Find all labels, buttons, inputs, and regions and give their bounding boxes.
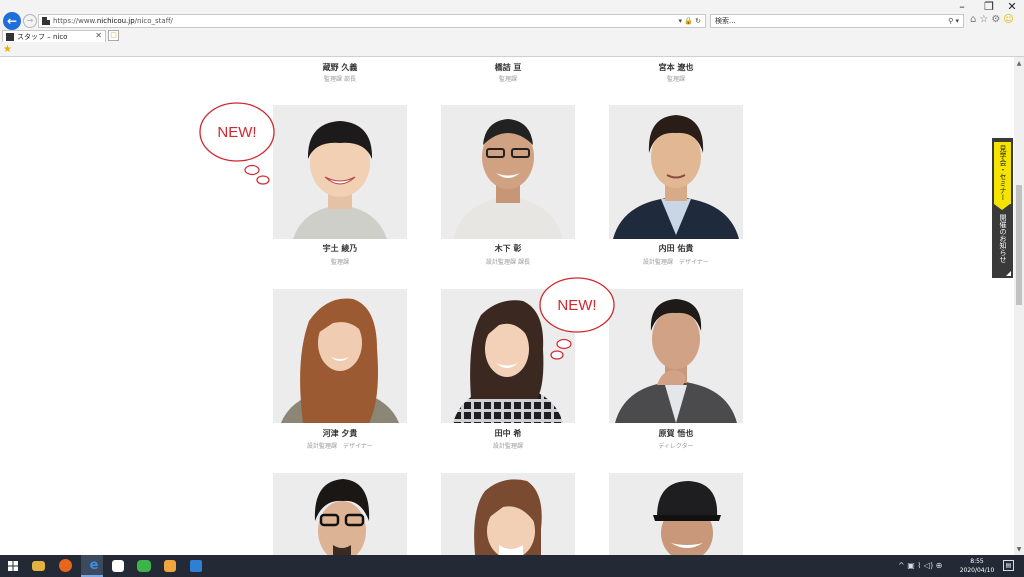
system-tray-icons[interactable]: ^ ▣ ⌇ ◁) ⊕ <box>898 559 942 573</box>
portrait-woman-long-hair <box>273 289 407 423</box>
staff-role: 監理課 <box>330 259 349 266</box>
staff-role: 設計監理課 デザイナー <box>643 259 709 266</box>
staff-name: 橋詰 亘 <box>494 63 522 72</box>
portrait-man-cap <box>609 473 743 555</box>
staff-photo[interactable] <box>441 105 575 239</box>
staff-name: 河津 夕貴 <box>322 429 358 438</box>
clock-date: 2020/04/10 <box>959 567 995 574</box>
ribbon-highlight: 見学会・セミナー <box>994 142 1011 210</box>
browser-tab-staff[interactable]: スタッフ – nico ✕ <box>2 30 106 42</box>
favorites-icon[interactable]: ☆ <box>979 14 991 25</box>
scroll-down-icon[interactable]: ▼ <box>1014 545 1024 555</box>
app-document-icon[interactable] <box>112 560 124 572</box>
tab-favicon-icon <box>6 33 14 41</box>
staff-page: 蔵野 久義 監理課 部長 橋詰 亘 監理課 宮本 遼也 監理課 宇土 綾乃 監理… <box>0 57 1014 555</box>
staff-name: 原賀 悟也 <box>658 429 694 438</box>
search-icon[interactable]: ⚲ ▾ <box>948 16 959 26</box>
home-icon[interactable]: ⌂ <box>970 14 979 25</box>
portrait-man-glasses-beard <box>273 473 407 555</box>
new-badge-label: NEW! <box>557 297 596 314</box>
new-badge-label: NEW! <box>217 124 256 141</box>
staff-role: 設計監理課 課長 <box>486 259 530 266</box>
portrait-man-glasses <box>441 105 575 239</box>
scroll-thumb[interactable] <box>1016 185 1022 305</box>
back-button[interactable]: ← <box>3 12 21 30</box>
line-app-icon[interactable] <box>137 560 151 572</box>
staff-name: 内田 佑貴 <box>658 244 694 253</box>
settings-gear-icon[interactable]: ⚙ <box>991 14 1003 25</box>
staff-photo[interactable] <box>441 473 575 555</box>
address-actions-icons[interactable]: ▾ 🔒 ↻ <box>678 16 701 26</box>
staff-role: 監理課 <box>666 76 685 83</box>
scroll-up-icon[interactable]: ▲ <box>1014 59 1024 69</box>
minimize-button[interactable]: – <box>948 0 976 14</box>
tab-close-icon[interactable]: ✕ <box>95 31 102 41</box>
staff-photo[interactable] <box>273 473 407 555</box>
internet-explorer-icon[interactable]: e <box>86 558 102 574</box>
new-badge-bubble: NEW! <box>539 277 615 360</box>
url-prefix: https://www. <box>53 17 97 25</box>
portrait-woman-ponytail <box>441 473 575 555</box>
new-tab-button[interactable]: ▢ <box>108 30 119 41</box>
portrait-man-hand-chin <box>609 289 743 423</box>
toolbar-icons: ⌂☆⚙☺ <box>970 14 1017 25</box>
staff-role: 監理課 部長 <box>324 76 356 83</box>
clock-time: 8:55 <box>970 558 984 565</box>
portrait-short-dark-hair <box>273 105 407 239</box>
staff-name: 田中 希 <box>494 429 522 438</box>
page-scrollbar[interactable]: ▲ ▼ <box>1014 57 1024 555</box>
add-favorite-star-icon[interactable]: ★ <box>3 44 12 55</box>
portrait-man-suit <box>609 105 743 239</box>
seminar-info-ribbon[interactable]: 見学会・セミナー 開催のお知らせ <box>992 138 1013 278</box>
new-badge-bubble: NEW! <box>199 102 275 185</box>
windows-taskbar: e ^ ▣ ⌇ ◁) ⊕ 8:55 2020/04/10 ▤ <box>0 555 1024 577</box>
staff-photo[interactable] <box>273 105 407 239</box>
ribbon-label: 開催のお知らせ <box>999 214 1007 263</box>
search-box[interactable]: 検索... ⚲ ▾ <box>710 14 964 28</box>
file-explorer-icon[interactable] <box>32 561 45 571</box>
staff-photo[interactable] <box>609 473 743 555</box>
clock[interactable]: 8:55 2020/04/10 <box>958 557 996 575</box>
forward-button[interactable]: → <box>23 14 37 28</box>
browser-chrome: – ❐ ✕ ← → https://www.nichicou.jp/nico_s… <box>0 0 1024 57</box>
staff-role: ディレクター <box>658 443 694 450</box>
staff-role: 設計監理課 デザイナー <box>307 443 373 450</box>
search-placeholder: 検索... <box>715 17 736 25</box>
staff-name: 木下 彰 <box>494 244 522 253</box>
store-bag-icon[interactable] <box>190 560 202 572</box>
url-text[interactable]: https://www.nichicou.jp/nico_staff/ <box>53 16 173 26</box>
corner-arrow-icon <box>1006 271 1011 276</box>
staff-name: 宮本 遼也 <box>658 63 694 72</box>
staff-role: 監理課 <box>498 76 517 83</box>
staff-name: 蔵野 久義 <box>322 63 358 72</box>
firefox-icon[interactable] <box>59 559 72 572</box>
site-favicon-icon <box>42 17 50 25</box>
staff-role: 設計監理課 <box>492 443 523 450</box>
staff-name: 宇土 綾乃 <box>322 244 358 253</box>
close-window-button[interactable]: ✕ <box>998 0 1024 14</box>
url-path: /nico_staff/ <box>134 17 173 25</box>
image-viewer-icon[interactable] <box>164 560 176 572</box>
staff-photo[interactable] <box>609 105 743 239</box>
notification-center-icon[interactable]: ▤ <box>1003 560 1014 571</box>
tab-title: スタッフ – nico <box>17 33 68 41</box>
url-domain: nichicou.jp <box>96 17 135 25</box>
staff-photo[interactable] <box>273 289 407 423</box>
windows-start-icon[interactable] <box>8 561 18 571</box>
staff-photo[interactable] <box>609 289 743 423</box>
feedback-smile-icon[interactable]: ☺ <box>1003 14 1016 25</box>
address-bar[interactable]: https://www.nichicou.jp/nico_staff/ ▾ 🔒 … <box>38 14 706 28</box>
